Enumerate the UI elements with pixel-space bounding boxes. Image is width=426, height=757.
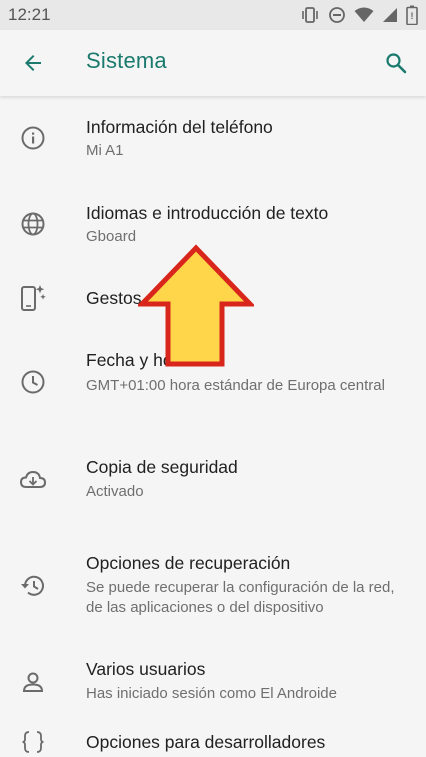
settings-item-backup[interactable]: Copia de seguridad Activado (0, 438, 426, 536)
braces-icon (19, 728, 47, 756)
status-time: 12:21 (8, 5, 51, 24)
settings-item-title: Información del teléfono (86, 117, 273, 137)
signal-icon (382, 7, 398, 23)
info-icon (19, 124, 47, 152)
do-not-disturb-icon (328, 6, 346, 24)
gestures-phone-icon (19, 284, 47, 312)
settings-item-title: Opciones para desarrolladores (86, 732, 326, 752)
app-bar: Sistema (0, 30, 426, 96)
cloud-backup-icon (19, 466, 47, 494)
settings-item-subtitle: Has iniciado sesión como El Androide (86, 685, 337, 702)
settings-item-developer[interactable]: Opciones para desarrolladores (0, 728, 426, 757)
search-icon (386, 53, 407, 74)
search-button[interactable] (380, 47, 412, 79)
restore-history-icon (19, 572, 47, 600)
svg-text:!: ! (411, 11, 414, 21)
settings-item-title: Gestos (86, 288, 142, 308)
settings-item-subtitle: GMT+01:00 hora estándar de Europa centra… (86, 377, 385, 394)
wifi-icon (354, 7, 374, 23)
settings-item-title: Opciones de recuperación (86, 553, 291, 573)
person-icon (19, 668, 47, 696)
settings-item-subtitle: Activado (86, 483, 144, 500)
settings-item-title: Copia de seguridad (86, 457, 238, 477)
clock-icon (19, 368, 47, 396)
settings-item-subtitle: Mi A1 (86, 142, 124, 159)
settings-list: Información del teléfono Mi A1 Idiomas e… (0, 96, 426, 757)
settings-item-phone-info[interactable]: Información del teléfono Mi A1 (0, 96, 426, 182)
globe-icon (19, 210, 47, 238)
settings-item-title: Varios usuarios (86, 659, 206, 679)
settings-item-title: Idiomas e introducción de texto (86, 203, 329, 223)
status-icons: ! (300, 4, 418, 26)
back-button[interactable] (17, 47, 49, 79)
battery-icon: ! (406, 5, 418, 25)
vibrate-icon (300, 6, 320, 24)
settings-item-recovery[interactable]: Opciones de recuperación Se puede recupe… (0, 536, 426, 644)
page-title: Sistema (86, 48, 167, 73)
status-bar: 12:21 ! (0, 0, 426, 30)
settings-item-users[interactable]: Varios usuarios Has iniciado sesión como… (0, 644, 426, 728)
settings-item-subtitle: Se puede recuperar la configuración de l… (86, 579, 395, 616)
up-arrow-annotation (136, 244, 256, 368)
arrow-back-icon (25, 55, 41, 71)
